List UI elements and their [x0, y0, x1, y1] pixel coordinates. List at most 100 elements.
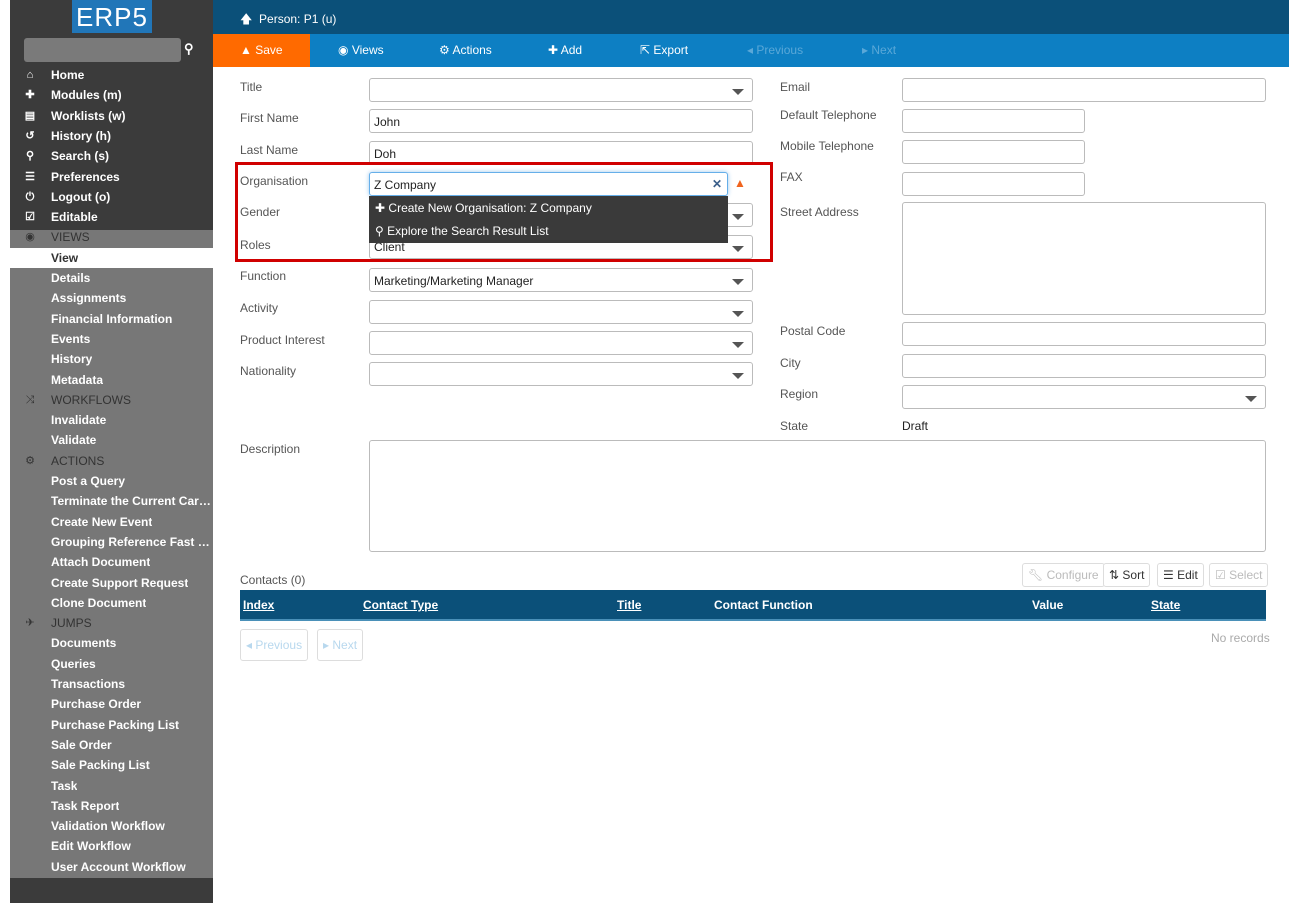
sidebar-search-input[interactable]: [24, 38, 181, 62]
product-interest-select[interactable]: [369, 331, 753, 355]
sidebar-item-edit-workflow[interactable]: Edit Workflow: [10, 836, 213, 856]
function-select[interactable]: Marketing/Marketing Manager: [369, 268, 753, 292]
sidebar-item-financial-information[interactable]: Financial Information: [10, 309, 213, 329]
checkbox-icon: ☑: [1215, 568, 1226, 582]
highlight-box: [235, 162, 773, 262]
sidebar-item-sale-order[interactable]: Sale Order: [10, 735, 213, 755]
sidebar-item-view[interactable]: View: [10, 247, 213, 268]
description-textarea[interactable]: [369, 440, 1266, 552]
sliders-icon: ☰: [25, 170, 35, 183]
email-label: Email: [780, 80, 811, 94]
sidebar-item-preferences[interactable]: ☰ Preferences: [10, 167, 213, 187]
jumps-section-header: ✈ JUMPS: [10, 613, 213, 633]
activity-select[interactable]: [369, 300, 753, 324]
contacts-next-button[interactable]: ▸ Next: [317, 629, 364, 661]
street-address-textarea[interactable]: [902, 202, 1266, 315]
sidebar-item-validation-workflow[interactable]: Validation Workflow: [10, 816, 213, 836]
puzzle-icon: ✚: [25, 89, 35, 102]
fax-input[interactable]: [902, 172, 1085, 196]
sidebar-item-create-support-request[interactable]: Create Support Request: [10, 573, 213, 593]
sort-icon: ⇅: [1109, 568, 1120, 582]
sidebar-item-metadata[interactable]: Metadata: [10, 370, 213, 390]
plane-icon: ✈: [25, 617, 35, 630]
sidebar-item-task-report[interactable]: Task Report: [10, 796, 213, 816]
arrow-up-icon: 🡅: [240, 12, 253, 26]
save-button-label[interactable]: ▲ Save: [240, 34, 283, 67]
actions-button[interactable]: ⚙ Actions: [439, 34, 492, 67]
sidebar-item-home[interactable]: ⌂ Home: [10, 65, 213, 85]
search-icon[interactable]: ⚲: [184, 41, 194, 57]
sidebar-item-transactions[interactable]: Transactions: [10, 674, 213, 694]
sidebar-item-invalidate[interactable]: Invalidate: [10, 410, 213, 430]
sidebar-item-task[interactable]: Task: [10, 776, 213, 796]
postal-code-input[interactable]: [902, 322, 1266, 346]
column-contact-type[interactable]: Contact Type: [363, 590, 438, 620]
previous-button[interactable]: ◂ Previous: [747, 34, 803, 67]
column-state[interactable]: State: [1151, 590, 1180, 620]
product-interest-label: Product Interest: [240, 333, 325, 347]
postal-code-label: Postal Code: [780, 324, 846, 338]
column-contact-function: Contact Function: [714, 598, 813, 612]
sidebar-item-logout-o[interactable]: ⏻ Logout (o): [10, 187, 213, 207]
home-icon: ⌂: [26, 69, 34, 81]
add-button[interactable]: ✚ Add: [548, 34, 582, 67]
sidebar-item-post-a-query[interactable]: Post a Query: [10, 471, 213, 491]
last-name-label: Last Name: [240, 143, 299, 157]
sidebar-item-history-h[interactable]: ↺ History (h): [10, 126, 213, 146]
function-label: Function: [240, 269, 287, 283]
region-select[interactable]: [902, 385, 1266, 409]
export-button[interactable]: ⇱ Export: [640, 34, 688, 67]
search-icon: ⚲: [25, 150, 35, 163]
state-label: State: [780, 419, 809, 433]
sidebar-item-attach-document[interactable]: Attach Document: [10, 552, 213, 572]
views-button[interactable]: ◉ Views: [338, 34, 384, 67]
contacts-previous-button[interactable]: ◂ Previous: [240, 629, 309, 661]
no-records-text: No records: [1211, 631, 1270, 645]
mobile-telephone-input[interactable]: [902, 140, 1085, 164]
sidebar-item-events[interactable]: Events: [10, 329, 213, 349]
title-label: Title: [240, 80, 263, 94]
edit-button[interactable]: ☰ Edit: [1157, 563, 1204, 587]
default-telephone-input[interactable]: [902, 109, 1085, 133]
title-select[interactable]: [369, 78, 753, 102]
nationality-select[interactable]: [369, 362, 753, 386]
fax-label: FAX: [780, 170, 803, 184]
workflows-section-header: ⤨ WORKFLOWS: [10, 390, 213, 410]
sidebar-item-queries[interactable]: Queries: [10, 654, 213, 674]
select-button[interactable]: ☑ Select: [1209, 563, 1269, 587]
first-name-input[interactable]: John: [369, 109, 753, 133]
sidebar-item-search-s[interactable]: ⚲ Search (s): [10, 146, 213, 166]
configure-button[interactable]: 🔧︎ Configure: [1022, 563, 1105, 587]
warning-icon: ▲: [240, 43, 252, 57]
sidebar-item-purchase-packing-list[interactable]: Purchase Packing List: [10, 715, 213, 735]
sidebar-item-details[interactable]: Details: [10, 268, 213, 288]
caret-left-icon: ◂: [747, 43, 754, 57]
sort-button[interactable]: ⇅ Sort: [1103, 563, 1151, 587]
export-icon: ⇱: [640, 43, 651, 57]
sidebar-item-clone-document[interactable]: Clone Document: [10, 593, 213, 613]
sidebar-item-sale-packing-list[interactable]: Sale Packing List: [10, 755, 213, 775]
header-bar: 🡅 Person: P1 (u): [213, 0, 1289, 34]
sidebar-item-validate[interactable]: Validate: [10, 430, 213, 450]
shuffle-icon: ⤨: [25, 393, 35, 406]
sidebar-item-terminate-the-current-career[interactable]: Terminate the Current Career...: [10, 491, 213, 511]
sidebar-item-create-new-event[interactable]: Create New Event: [10, 512, 213, 532]
caret-right-icon: ▸: [862, 43, 869, 57]
header-title-link[interactable]: 🡅 Person: P1 (u): [240, 10, 336, 31]
sidebar-item-documents[interactable]: Documents: [10, 633, 213, 653]
sidebar-item-editable[interactable]: ☑ Editable: [10, 207, 213, 227]
city-input[interactable]: [902, 354, 1266, 378]
actions-section-header: ⚙ ACTIONS: [10, 451, 213, 471]
sidebar-item-modules-m[interactable]: ✚ Modules (m): [10, 85, 213, 105]
column-title[interactable]: Title: [617, 590, 641, 620]
sidebar-item-grouping-reference-fast-input[interactable]: Grouping Reference Fast Input: [10, 532, 213, 552]
column-index[interactable]: Index: [243, 590, 274, 620]
sidebar-item-purchase-order[interactable]: Purchase Order: [10, 694, 213, 714]
sidebar-item-user-account-workflow[interactable]: User Account Workflow: [10, 857, 213, 877]
email-input[interactable]: [902, 78, 1266, 102]
sidebar-item-worklists-w[interactable]: ▤ Worklists (w): [10, 106, 213, 126]
erp5-logo[interactable]: ERP5: [72, 0, 152, 33]
sidebar-item-history[interactable]: History: [10, 349, 213, 369]
next-button[interactable]: ▸ Next: [862, 34, 896, 67]
sidebar-item-assignments[interactable]: Assignments: [10, 288, 213, 308]
